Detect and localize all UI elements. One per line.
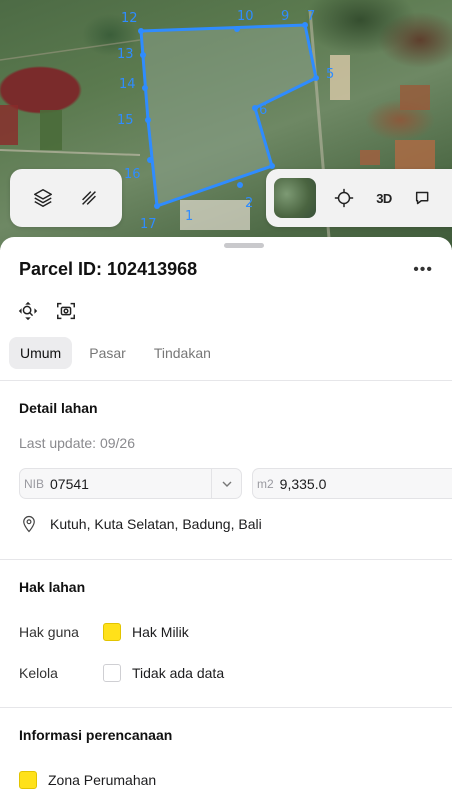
focus-icon	[18, 301, 38, 321]
locate-button[interactable]	[324, 178, 364, 218]
vertex-label: 15	[117, 113, 134, 128]
divider	[0, 707, 452, 708]
vertex-label: 2	[245, 196, 253, 211]
location-text: Kutuh, Kuta Selatan, Badung, Bali	[50, 516, 262, 532]
map-tools-group	[10, 169, 122, 227]
tab-pasar[interactable]: Pasar	[78, 337, 137, 369]
vertex-label: 14	[119, 77, 136, 92]
rights-heading: Hak lahan	[19, 579, 86, 595]
vertex-label: 1	[185, 209, 193, 224]
map-view-group: 3D	[266, 169, 452, 227]
tab-umum[interactable]: Umum	[9, 337, 73, 369]
zoom-to-parcel-button[interactable]	[17, 300, 39, 327]
rights-value: Hak Milik	[132, 624, 189, 640]
rights-row-hak-guna: Hak guna Hak Milik	[19, 623, 189, 641]
nib-select[interactable]: NIB 07541	[19, 468, 242, 499]
three-d-button[interactable]: 3D	[364, 178, 404, 218]
area-value: 9,335.0	[279, 475, 327, 492]
last-update-text: Last update: 09/26	[19, 435, 135, 451]
draw-icon	[82, 191, 96, 205]
extra-tool-button[interactable]	[404, 178, 444, 218]
rights-value: Tidak ada data	[132, 665, 225, 681]
location-row: Kutuh, Kuta Selatan, Badung, Bali	[20, 514, 262, 534]
rights-row-kelola: Kelola Tidak ada data	[19, 664, 224, 682]
sheet-tabs: Umum Pasar Tindakan	[9, 337, 222, 369]
screenshot-button[interactable]	[55, 300, 77, 327]
vertex-label: 7	[307, 9, 315, 24]
vertex-label: 17	[140, 217, 157, 232]
vertex-label: 10	[237, 9, 254, 24]
rights-key: Kelola	[19, 665, 58, 681]
layers-button[interactable]	[23, 178, 63, 218]
zone-label: Zona Perumahan	[48, 772, 157, 788]
camera-scan-icon	[57, 302, 75, 320]
detail-heading: Detail lahan	[19, 400, 98, 416]
vertex-label: 5	[326, 67, 334, 82]
chevron-down-icon	[211, 469, 241, 498]
vertex-label: 9	[281, 9, 289, 24]
nib-value: 07541	[50, 475, 89, 492]
three-d-label: 3D	[376, 190, 392, 206]
tab-tindakan[interactable]: Tindakan	[143, 337, 222, 369]
location-pin-icon	[23, 515, 35, 533]
sheet-drag-handle[interactable]	[224, 243, 264, 248]
nib-label: NIB	[24, 476, 45, 491]
vertex-label: 13	[117, 47, 134, 62]
zone-swatch	[19, 771, 37, 789]
layers-icon	[34, 189, 52, 207]
divider	[0, 559, 452, 560]
vertex-label: 12	[121, 11, 138, 26]
draw-button[interactable]	[69, 178, 109, 218]
crosshair-icon	[334, 188, 354, 208]
planning-zone-row: Zona Perumahan	[19, 771, 156, 789]
parcel-sheet: Parcel ID: 102413968 ••• Umum Pasar Tind…	[0, 237, 452, 804]
sheet-header: Parcel ID: 102413968 •••	[19, 259, 439, 280]
vertex-label: 16	[124, 167, 141, 182]
more-options-button[interactable]: •••	[413, 261, 439, 279]
basemap-thumbnail-button[interactable]	[274, 178, 316, 218]
rights-key: Hak guna	[19, 624, 79, 640]
vertex-label: 6	[259, 103, 267, 118]
area-field[interactable]: m2 9,335.0	[252, 468, 452, 499]
parcel-actions	[17, 300, 77, 327]
status-swatch	[103, 664, 121, 682]
status-swatch	[103, 623, 121, 641]
planning-heading: Informasi perencanaan	[19, 727, 173, 743]
parcel-title: Parcel ID: 102413968	[19, 259, 198, 279]
area-unit-label: m2	[257, 476, 274, 491]
chat-icon	[415, 191, 429, 205]
divider	[0, 380, 452, 381]
